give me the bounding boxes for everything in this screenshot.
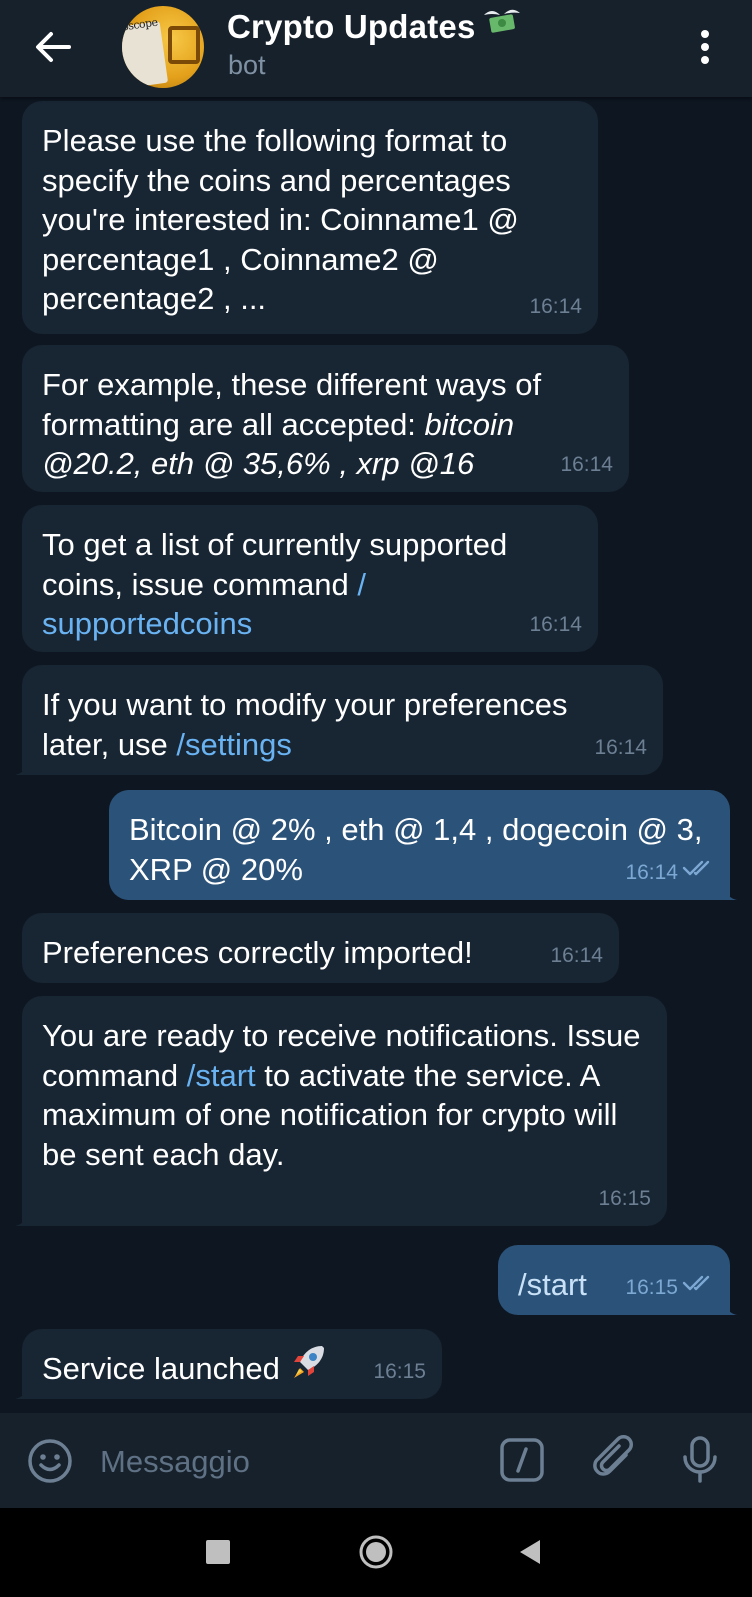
- smiley-icon: [28, 1439, 72, 1483]
- avatar[interactable]: oscope: [122, 6, 204, 88]
- message-incoming[interactable]: Service launched 16:15: [12, 1329, 442, 1399]
- command-link-start[interactable]: /start: [187, 1058, 256, 1093]
- bubble-tail: [12, 1210, 28, 1226]
- microphone-icon: [683, 1436, 717, 1483]
- message-text: Please use the following format to speci…: [42, 123, 528, 316]
- message-time: 16:14: [625, 860, 678, 884]
- message-time: 16:15: [373, 1359, 426, 1383]
- message-time: 16:14: [550, 943, 603, 967]
- chat-header: oscope Crypto Updates bot: [0, 0, 752, 97]
- message-text: To get a list of currently supported coi…: [42, 525, 578, 644]
- composer-bar: [0, 1413, 752, 1508]
- message-time: 16:14: [529, 294, 582, 318]
- message-text-part: Service launched: [42, 1351, 280, 1386]
- more-options-button[interactable]: [690, 24, 720, 70]
- message-outgoing[interactable]: Bitcoin @ 2% , eth @ 1,4 , dogecoin @ 3,…: [109, 790, 740, 900]
- chat-title-text: Crypto Updates: [227, 8, 476, 45]
- command-start-text: /start: [518, 1267, 587, 1302]
- message-time: 16:14: [529, 612, 582, 636]
- message-incoming[interactable]: Preferences correctly imported! 16:14: [22, 913, 619, 983]
- message-text: If you want to modify your preferences l…: [42, 685, 643, 764]
- system-nav-bar: [0, 1508, 752, 1597]
- bubble-tail: [724, 1299, 740, 1315]
- slash-command-icon: [500, 1438, 544, 1482]
- message-text: Service launched: [42, 1346, 422, 1392]
- message-text-part: To get a list of currently supported coi…: [42, 527, 516, 602]
- home-icon[interactable]: [358, 1534, 394, 1570]
- command-link-settings[interactable]: /settings: [176, 727, 291, 762]
- bot-commands-button[interactable]: [500, 1438, 544, 1482]
- chat-subtitle: bot: [228, 50, 266, 80]
- message-incoming[interactable]: You are ready to receive notifications. …: [12, 996, 667, 1226]
- command-link-supportedcoins[interactable]: /: [357, 567, 366, 602]
- message-text: You are ready to receive notifications. …: [42, 1016, 647, 1174]
- emoji-button[interactable]: [26, 1437, 74, 1485]
- voice-record-button[interactable]: [680, 1435, 720, 1485]
- message-incoming[interactable]: To get a list of currently supported coi…: [22, 505, 598, 652]
- paperclip-icon: [593, 1435, 633, 1476]
- rocket-icon: [288, 1342, 328, 1392]
- double-check-icon: [682, 1266, 716, 1306]
- message-incoming[interactable]: If you want to modify your preferences l…: [12, 665, 663, 775]
- nav-back-icon[interactable]: [516, 1538, 542, 1566]
- bubble-tail: [12, 1383, 28, 1399]
- message-incoming[interactable]: For example, these different ways of for…: [22, 345, 629, 492]
- message-time-status: 16:14: [625, 853, 716, 893]
- message-text: Preferences correctly imported!: [42, 935, 473, 970]
- coin-graphic: [168, 26, 200, 64]
- message-text: For example, these different ways of for…: [42, 365, 609, 484]
- money-with-wings-icon: [482, 7, 522, 45]
- message-incoming[interactable]: Please use the following format to speci…: [22, 101, 598, 334]
- message-outgoing[interactable]: /start 16:15: [498, 1245, 740, 1315]
- message-input[interactable]: [98, 1433, 482, 1491]
- back-button[interactable]: [28, 22, 78, 72]
- message-time: 16:14: [560, 452, 613, 476]
- message-time: 16:15: [625, 1275, 678, 1299]
- recent-apps-icon[interactable]: [206, 1540, 230, 1564]
- back-arrow-icon: [36, 32, 71, 62]
- bubble-tail: [12, 759, 28, 775]
- double-check-icon: [682, 851, 716, 891]
- message-text: Bitcoin @ 2% , eth @ 1,4 , dogecoin @ 3,…: [129, 812, 712, 887]
- more-vertical-icon: [701, 30, 709, 64]
- message-list[interactable]: Please use the following format to speci…: [0, 97, 752, 1413]
- attach-button[interactable]: [592, 1435, 638, 1485]
- message-time: 16:14: [594, 735, 647, 759]
- message-time: 16:15: [598, 1186, 651, 1210]
- message-text-part: If you want to modify your preferences l…: [42, 687, 577, 762]
- bubble-tail: [724, 884, 740, 900]
- message-time-status: 16:15: [625, 1268, 716, 1308]
- command-link-supportedcoins[interactable]: supportedcoins: [42, 606, 252, 641]
- chat-title[interactable]: Crypto Updates: [227, 8, 522, 46]
